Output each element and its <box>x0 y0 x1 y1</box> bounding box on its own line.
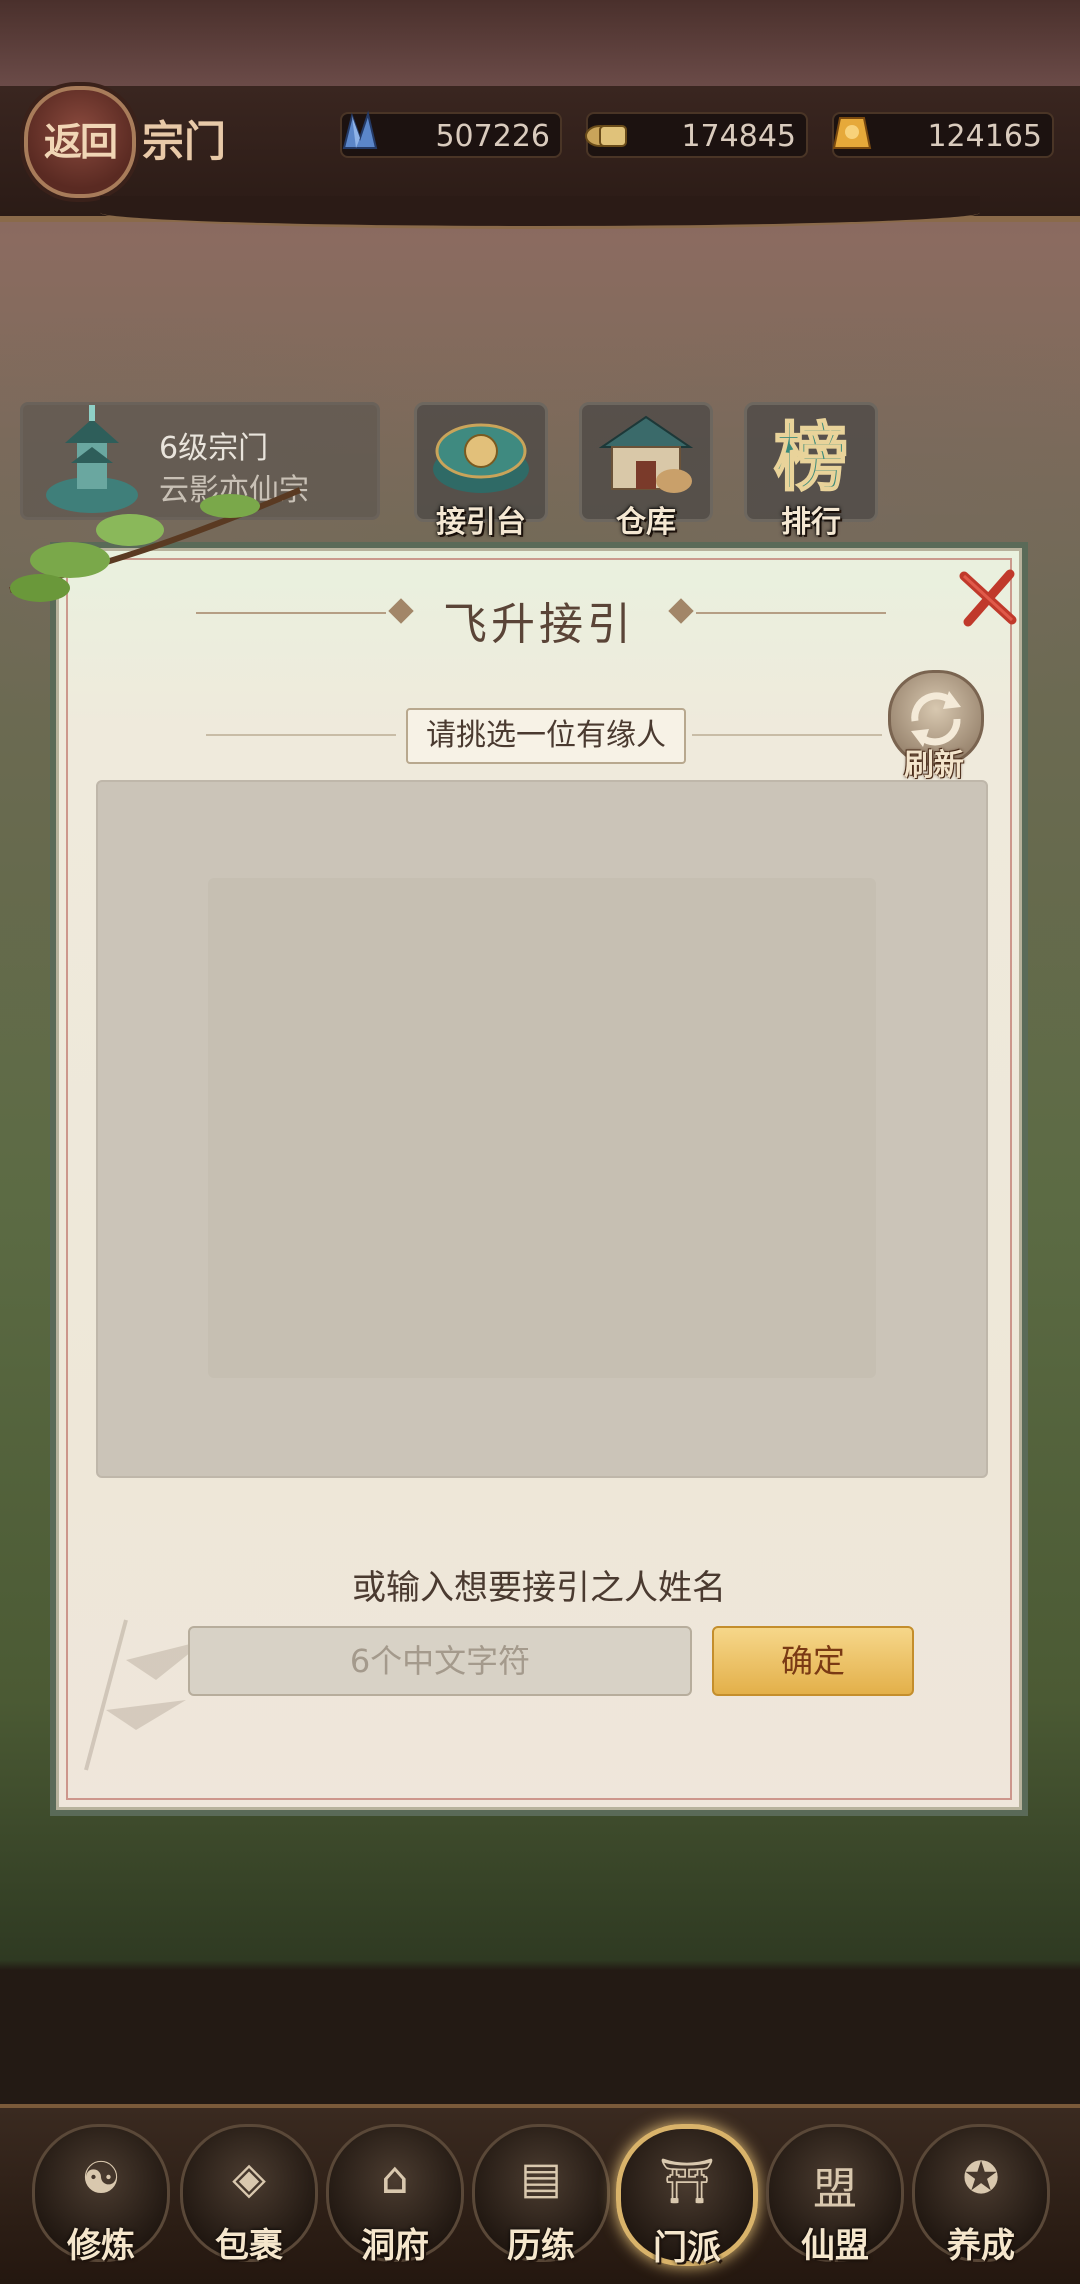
nav-label: 门派 <box>653 2228 721 2268</box>
tile-ranking[interactable]: 榜 排行 <box>744 402 878 540</box>
warehouse-icon <box>598 415 694 493</box>
candidate-list-panel <box>96 780 988 1478</box>
nav-cultivate[interactable]: ☯ 修炼 <box>32 2124 170 2266</box>
sect-gate-icon: ⛩ <box>659 2156 715 2207</box>
name-input[interactable]: 6个中文字符 <box>188 1626 692 1696</box>
tile-warehouse[interactable]: 仓库 <box>579 402 713 540</box>
nav-alliance[interactable]: 盟 仙盟 <box>766 2124 904 2266</box>
back-button[interactable]: 返回 <box>24 86 136 198</box>
gold-ingot-icon <box>832 117 872 149</box>
refresh-label[interactable]: 刷新 <box>882 740 986 784</box>
alliance-icon: 盟 <box>813 2164 857 2215</box>
scroll-map-icon: ▤ <box>520 2153 562 2204</box>
nav-label: 洞府 <box>361 2226 429 2266</box>
close-icon[interactable] <box>956 566 1020 630</box>
nav-nurture[interactable]: ✪ 养成 <box>912 2124 1050 2266</box>
tile-label: 仓库 <box>616 505 676 540</box>
crystal-icon <box>342 110 378 149</box>
subtitle-line-right <box>692 734 882 736</box>
nav-bag[interactable]: ◈ 包裹 <box>180 2124 318 2266</box>
nav-label: 包裹 <box>215 2226 283 2266</box>
nav-label: 历练 <box>507 2226 575 2266</box>
dialog-subtitle: 请挑选一位有缘人 <box>406 708 686 764</box>
nav-training[interactable]: ▤ 历练 <box>472 2124 610 2266</box>
name-prompt: 或输入想要接引之人姓名 <box>352 1568 726 1608</box>
ascension-dialog: 飞升接引 请挑选一位有缘人 刷新 或输入想要接引之人姓名 6个中文字符 确定 <box>50 542 1028 1816</box>
nav-label: 仙盟 <box>801 2226 869 2266</box>
title-line-right <box>696 612 886 614</box>
status-strip <box>0 0 1080 86</box>
sect-level: 6级宗门 <box>159 431 269 466</box>
bag-icon: ◈ <box>232 2153 266 2204</box>
resource-value: 507226 <box>435 119 550 154</box>
resource-value: 124165 <box>927 119 1042 154</box>
nav-cave-house[interactable]: ⌂ 洞府 <box>326 2124 464 2266</box>
resource-value: 174845 <box>681 119 796 154</box>
page-title: 宗门 <box>142 117 227 166</box>
nav-label: 修炼 <box>67 2226 135 2266</box>
svg-text:榜: 榜 <box>774 415 848 501</box>
confirm-button[interactable]: 确定 <box>712 1626 914 1696</box>
resource-crystal[interactable]: 507226 <box>340 110 562 158</box>
scroll-icon <box>585 125 627 147</box>
subtitle-line-left <box>206 734 396 736</box>
resource-scroll[interactable]: 174845 <box>585 112 808 158</box>
candidate-list-placeholder <box>208 878 876 1378</box>
pine-branch-decoration <box>9 487 302 602</box>
nav-sect[interactable]: ⛩ 门派 <box>616 2124 758 2268</box>
ranking-icon: 榜 <box>773 414 849 502</box>
resource-gold[interactable]: 124165 <box>832 112 1054 158</box>
top-bar-arc <box>100 196 980 229</box>
tile-altar[interactable]: 接引台 <box>414 402 548 540</box>
tile-label: 排行 <box>781 505 841 540</box>
tile-label: 接引台 <box>436 505 526 540</box>
nav-label: 养成 <box>947 2226 1015 2266</box>
cultivator-icon: ☯ <box>81 2153 121 2204</box>
cave-house-icon: ⌂ <box>381 2153 409 2204</box>
pentagram-icon: ✪ <box>962 2153 1000 2204</box>
altar-icon <box>433 423 529 493</box>
